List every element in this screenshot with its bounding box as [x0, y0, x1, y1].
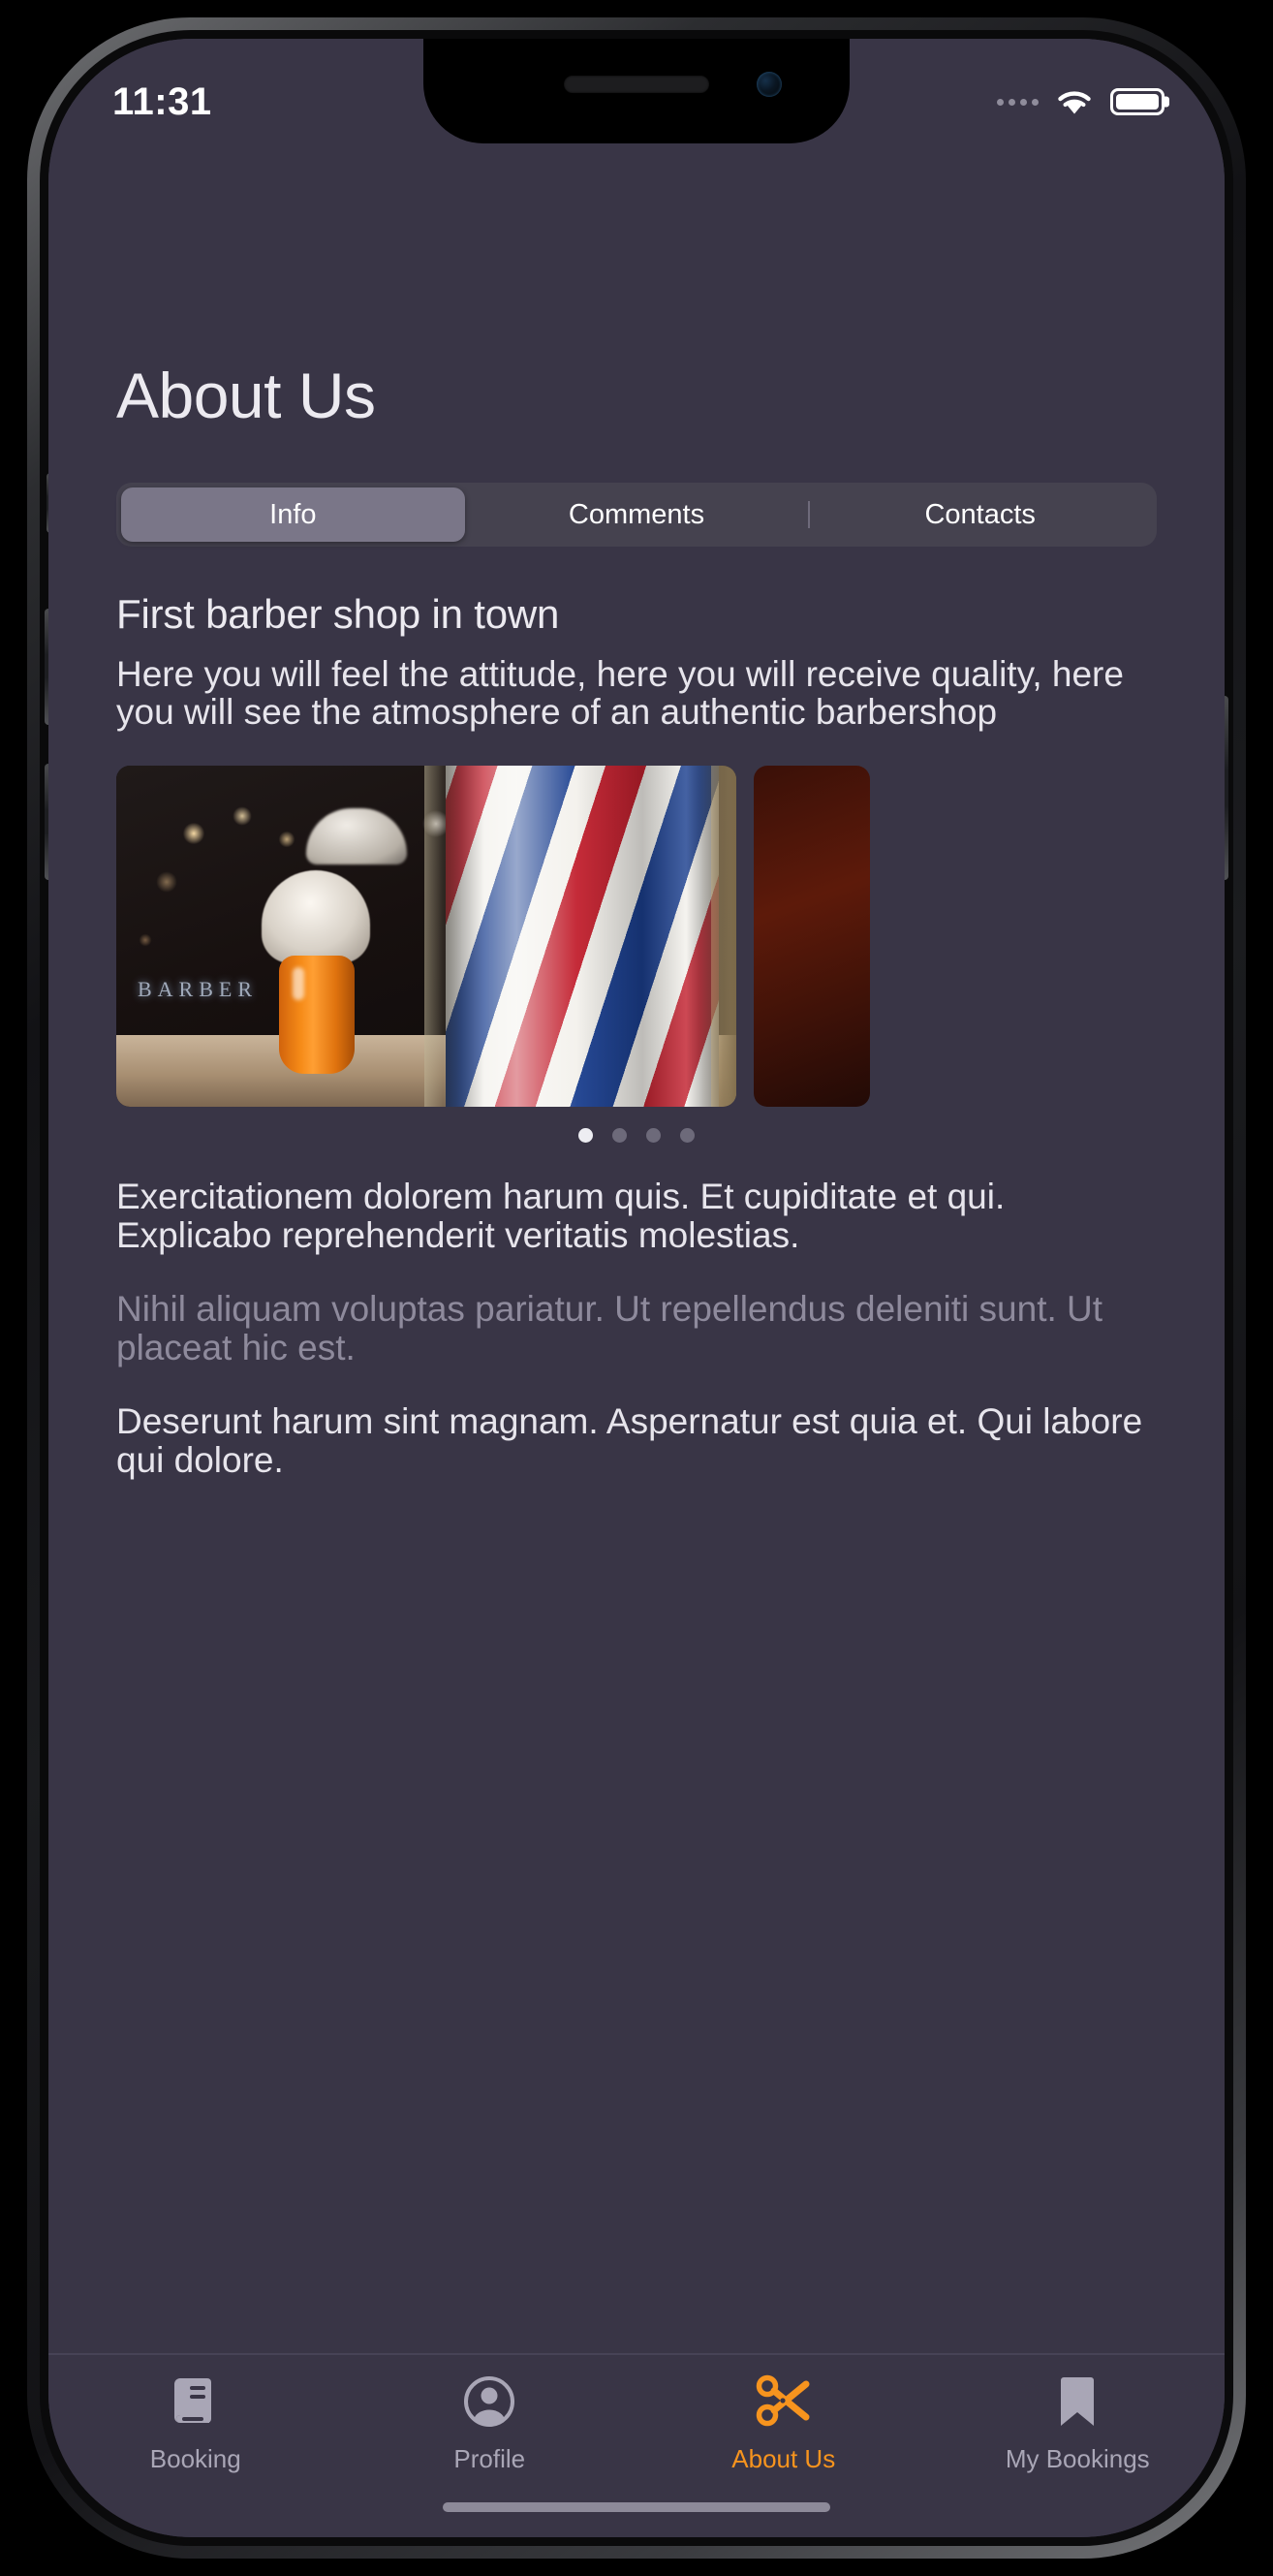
barber-pole-glass: [424, 766, 736, 1108]
bookmark-icon: [1057, 2374, 1098, 2429]
section-subtitle: Here you will feel the attitude, here yo…: [116, 654, 1124, 733]
carousel-page-dots[interactable]: [48, 1128, 1225, 1144]
phone-device-frame: 11:31 About Us Info Comments Contacts Fi…: [27, 17, 1246, 2559]
segmented-control[interactable]: Info Comments Contacts: [116, 483, 1157, 547]
earpiece-speaker-icon: [564, 76, 709, 93]
page-dot-2[interactable]: [612, 1128, 627, 1144]
tab-comments-label: Comments: [568, 498, 705, 530]
body-paragraph-2: Nihil aliquam voluptas pariatur. Ut repe…: [116, 1289, 1103, 1368]
scroll-content[interactable]: About Us Info Comments Contacts First ba…: [48, 39, 1225, 2353]
device-notch: [423, 39, 850, 143]
status-bar-clock: 11:31: [112, 79, 212, 123]
wifi-icon: [1054, 87, 1095, 116]
carousel-slide-1[interactable]: BARBER: [116, 766, 736, 1108]
tab-bar-label-booking: Booking: [149, 2444, 241, 2473]
segment-divider: [808, 501, 811, 528]
carousel-slide-2-peek[interactable]: [754, 766, 870, 1108]
phone-screen: 11:31 About Us Info Comments Contacts Fi…: [48, 39, 1225, 2537]
tab-contacts[interactable]: Contacts: [808, 487, 1152, 542]
tab-bar-item-booking[interactable]: Booking: [48, 2374, 343, 2474]
tab-info-label: Info: [269, 498, 317, 530]
section-title: First barber shop in town: [116, 591, 560, 637]
tab-bar-label-about-us: About Us: [731, 2444, 836, 2473]
tab-bar-label-my-bookings: My Bookings: [1005, 2444, 1150, 2473]
page-dot-3[interactable]: [646, 1128, 661, 1144]
tab-bar-item-about-us[interactable]: About Us: [636, 2374, 931, 2474]
tab-bar-item-my-bookings[interactable]: My Bookings: [931, 2374, 1226, 2474]
slide-sign-text: BARBER: [138, 977, 259, 1002]
battery-full-icon: [1110, 88, 1164, 115]
tab-bar-item-profile[interactable]: Profile: [343, 2374, 637, 2474]
image-carousel[interactable]: BARBER: [116, 766, 1225, 1108]
status-bar-indicators: [997, 87, 1164, 116]
tab-info[interactable]: Info: [121, 487, 465, 542]
page-dot-1[interactable]: [578, 1128, 593, 1144]
scissors-icon: [756, 2374, 812, 2429]
home-indicator[interactable]: [443, 2502, 830, 2512]
phone-bezel: 11:31 About Us Info Comments Contacts Fi…: [40, 30, 1233, 2546]
tab-comments[interactable]: Comments: [465, 487, 809, 542]
book-icon: [171, 2374, 221, 2429]
slide-right-edge: [711, 766, 736, 1108]
screenshot-stage: 11:31 About Us Info Comments Contacts Fi…: [0, 0, 1273, 2576]
person-circle-icon: [462, 2374, 516, 2429]
page-title: About Us: [116, 360, 376, 431]
body-paragraph-3: Deserunt harum sint magnam. Aspernatur e…: [116, 1401, 1143, 1481]
body-paragraph-1: Exercitationem dolorem harum quis. Et cu…: [116, 1177, 1006, 1256]
page-dot-4[interactable]: [680, 1128, 695, 1144]
peek-background: [754, 766, 870, 1108]
app-root: About Us Info Comments Contacts First ba…: [48, 39, 1225, 2537]
cellular-dots-icon: [997, 98, 1039, 106]
tab-contacts-label: Contacts: [924, 498, 1036, 530]
tab-bar-label-profile: Profile: [453, 2444, 526, 2473]
shaving-brush-handle: [279, 956, 355, 1075]
front-camera-icon: [757, 72, 782, 97]
